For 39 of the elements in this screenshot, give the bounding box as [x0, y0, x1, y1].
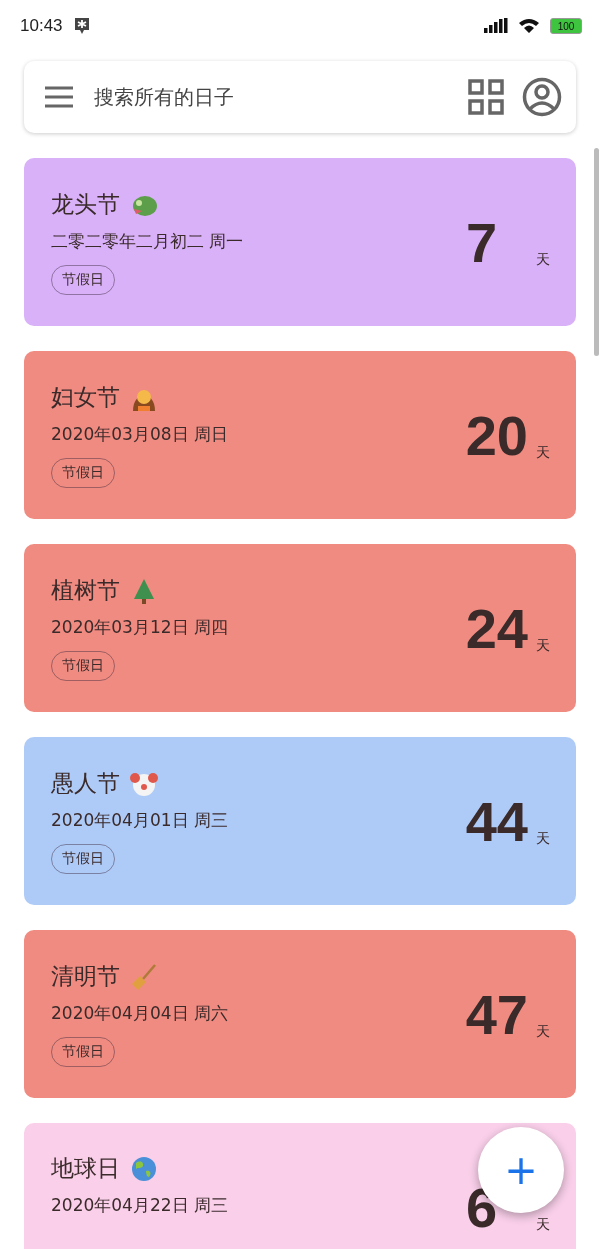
battery-indicator: 100 [550, 18, 582, 34]
card-date: 2020年04月22日 周三 [51, 1194, 229, 1217]
day-card[interactable]: 植树节 2020年03月12日 周四 节假日 24 天 [24, 544, 576, 712]
day-card[interactable]: 龙头节 二零二零年二月初二 周一 节假日 7 天 [24, 158, 576, 326]
card-date: 2020年03月12日 周四 [51, 616, 229, 639]
menu-icon[interactable] [44, 86, 74, 108]
signal-icon [484, 18, 508, 34]
day-card[interactable]: 清明节 2020年04月04日 周六 节假日 47 天 [24, 930, 576, 1098]
days-unit: 天 [536, 1215, 550, 1234]
day-card[interactable]: 妇女节 2020年03月08日 周日 节假日 20 天 [24, 351, 576, 519]
days-unit: 天 [536, 1022, 550, 1041]
days-count: 7 [466, 209, 498, 275]
card-title: 清明节 [51, 962, 120, 991]
card-title: 愚人节 [51, 769, 120, 798]
card-title: 妇女节 [51, 383, 120, 412]
days-count: 24 [465, 595, 528, 661]
search-field[interactable]: 搜索所有的日子 [92, 84, 450, 110]
days-unit: 天 [536, 250, 550, 269]
grid-icon[interactable] [468, 79, 504, 115]
days-count: 47 [465, 981, 528, 1047]
card-title: 龙头节 [51, 190, 120, 219]
globe-icon [130, 1154, 158, 1183]
wifi-icon [518, 18, 540, 34]
account-icon[interactable] [522, 77, 562, 117]
days-count: 20 [465, 402, 528, 468]
day-card[interactable]: 愚人节 2020年04月01日 周三 节假日 44 天 [24, 737, 576, 905]
card-date: 二零二零年二月初二 周一 [51, 230, 245, 253]
status-time: 10:43 [20, 16, 63, 36]
days-unit: 天 [536, 636, 550, 655]
card-date: 2020年04月01日 周三 [51, 809, 229, 832]
card-date: 2020年04月04日 周六 [51, 1002, 229, 1025]
days-unit: 天 [536, 829, 550, 848]
days-unit: 天 [536, 443, 550, 462]
notification-icon [72, 16, 91, 36]
broom-icon [130, 962, 158, 991]
card-title: 植树节 [51, 576, 120, 605]
days-count: 44 [465, 788, 528, 854]
card-date: 2020年03月08日 周日 [51, 423, 229, 446]
card-title: 地球日 [51, 1154, 120, 1183]
